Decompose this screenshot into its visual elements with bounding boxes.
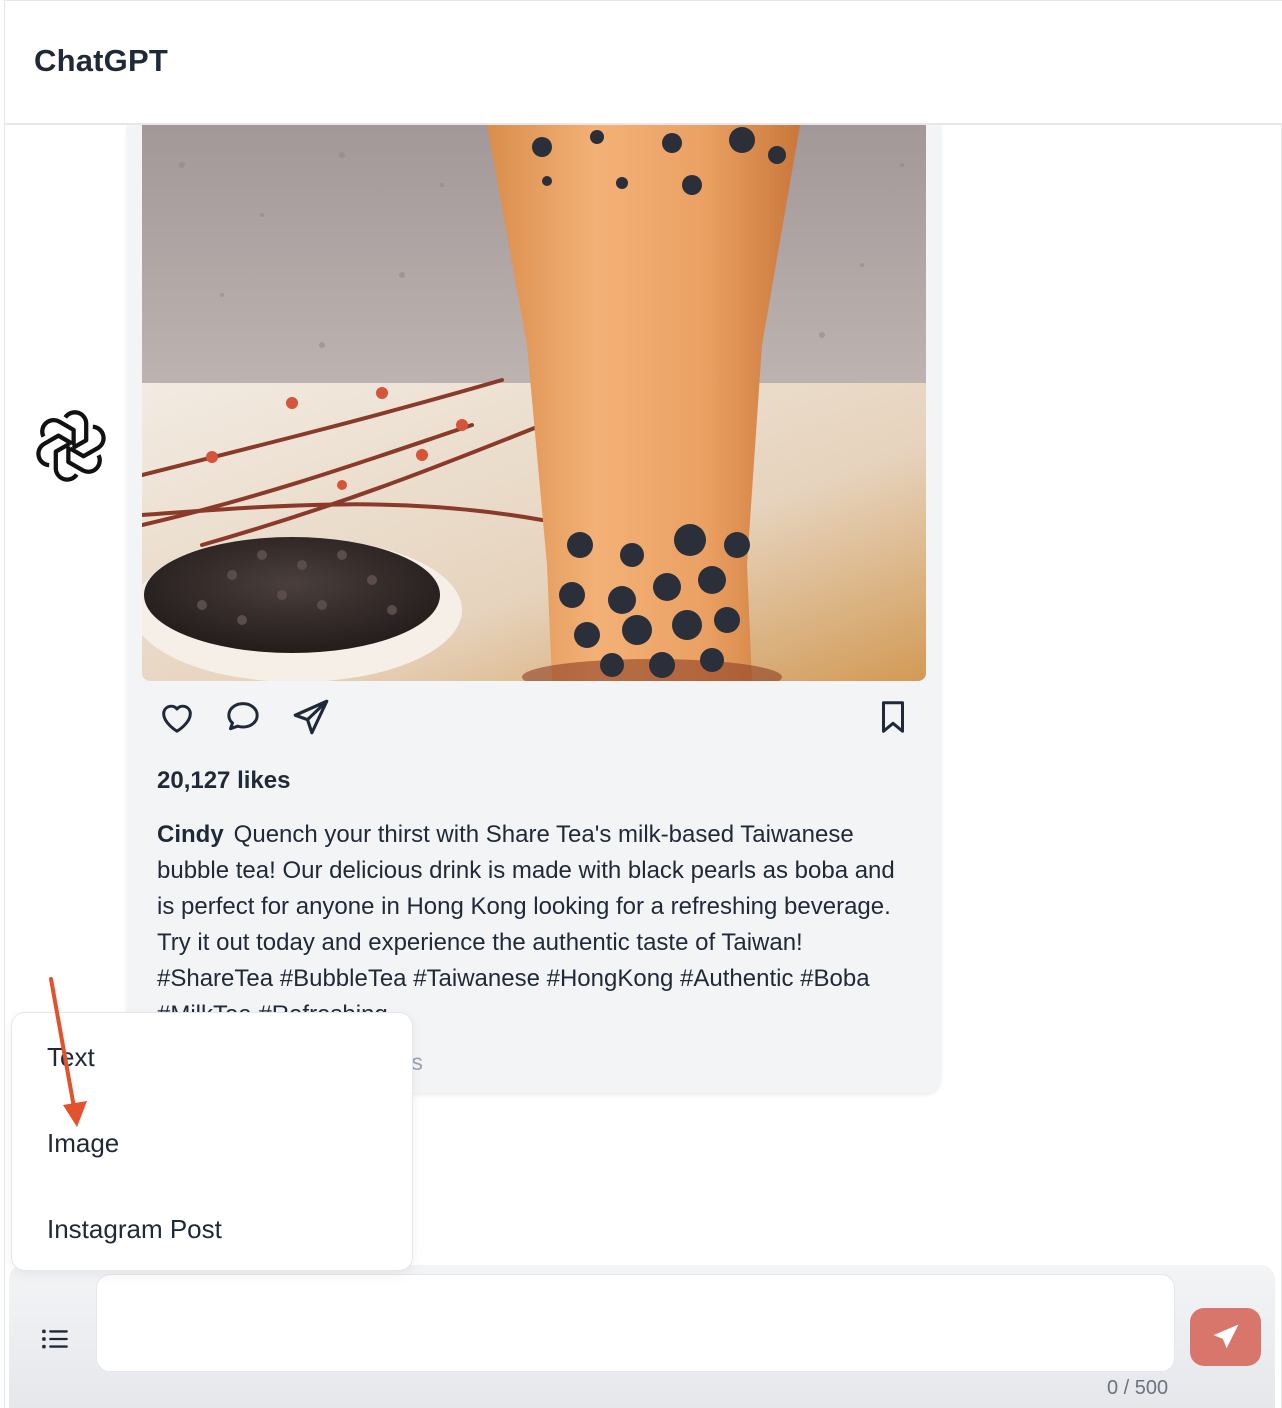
message-input[interactable] — [96, 1274, 1175, 1372]
message-composer: 0 / 500 — [9, 1265, 1275, 1408]
bookmark-icon[interactable] — [871, 695, 915, 739]
chat-window: ChatGPT 20,127 likes Cindy Quench your t… — [4, 0, 1282, 1408]
send-icon[interactable] — [289, 695, 333, 739]
bubble-tea-photo — [142, 125, 926, 681]
dropdown-item-text[interactable]: Text — [47, 1042, 95, 1073]
post-username[interactable]: Cindy — [157, 821, 224, 848]
assistant-avatar-icon — [36, 410, 106, 482]
paper-plane-icon — [1213, 1324, 1238, 1349]
dropdown-item-instagram-post[interactable]: Instagram Post — [47, 1214, 222, 1245]
comment-icon[interactable] — [221, 695, 265, 739]
post-action-bar — [155, 695, 915, 739]
heart-icon[interactable] — [155, 695, 199, 739]
message-type-dropdown: Text Image Instagram Post — [11, 1012, 413, 1271]
likes-count: 20,127 likes — [157, 767, 291, 794]
post-caption: Cindy Quench your thirst with Share Tea's… — [157, 817, 897, 1033]
app-title: ChatGPT — [34, 43, 169, 78]
dropdown-item-image[interactable]: Image — [47, 1128, 119, 1159]
app-header: ChatGPT — [5, 1, 1282, 125]
instagram-post-card: 20,127 likes Cindy Quench your thirst wit… — [127, 125, 941, 1093]
character-counter: 0 / 500 — [1107, 1377, 1169, 1399]
caption-text: Quench your thirst with Share Tea's milk… — [157, 821, 895, 1028]
send-button[interactable] — [1190, 1308, 1261, 1366]
list-menu-icon[interactable] — [35, 1321, 75, 1357]
